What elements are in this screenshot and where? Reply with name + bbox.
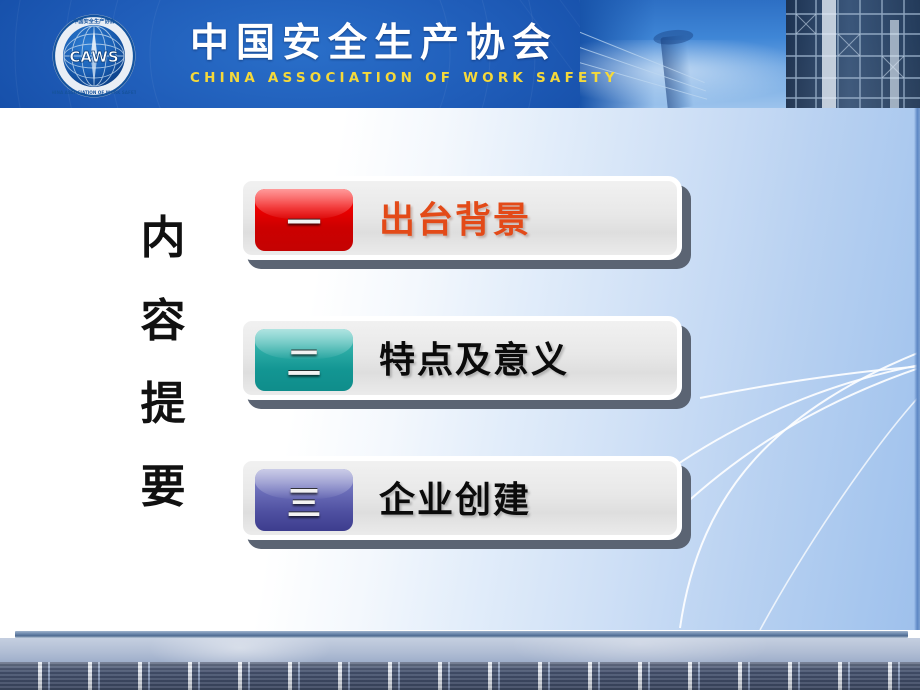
agenda-label-3: 企业创建 <box>379 478 532 521</box>
header-industrial-photo <box>580 0 920 108</box>
agenda-item-3[interactable]: 三 企业创建 <box>238 456 682 540</box>
agenda-badge-3: 三 <box>255 469 353 531</box>
footer-grate-pattern <box>0 662 920 690</box>
caws-logo-icon: CAWS 中国安全生产协会 CHINA ASSOCIATION OF WORK … <box>52 14 136 98</box>
agenda-numeral-3: 三 <box>287 483 321 524</box>
refinery-tower-icon <box>786 0 920 108</box>
association-name-en: CHINA ASSOCIATION OF WORK SAFETY <box>190 70 619 86</box>
side-label-char-3: 提 <box>140 377 186 430</box>
footer-band <box>0 638 920 690</box>
right-edge-accent-strip <box>914 108 920 630</box>
association-name-cn: 中国安全生产协会 <box>190 21 559 66</box>
header-title-block: 中国安全生产协会 CHINA ASSOCIATION OF WORK SAFET… <box>190 21 619 88</box>
agenda-label-1: 出台背景 <box>379 198 532 241</box>
presentation-slide: CAWS 中国安全生产协会 CHINA ASSOCIATION OF WORK … <box>0 0 920 690</box>
agenda-label-2: 特点及意义 <box>379 338 570 381</box>
section-title-vertical: 内 容 提 要 <box>128 196 198 528</box>
header-banner: CAWS 中国安全生产协会 CHINA ASSOCIATION OF WORK … <box>0 0 920 108</box>
agenda-item-2[interactable]: 二 特点及意义 <box>238 316 682 400</box>
agenda-badge-1: 一 <box>255 189 353 251</box>
agenda-numeral-1: 一 <box>287 203 321 244</box>
agenda-item-1[interactable]: 一 出台背景 <box>238 176 682 260</box>
logo-acronym-text: CAWS <box>69 48 118 66</box>
side-label-char-1: 内 <box>140 211 186 264</box>
side-label-char-4: 要 <box>140 460 186 513</box>
svg-text:CHINA ASSOCIATION OF WORK SAFE: CHINA ASSOCIATION OF WORK SAFETY <box>52 90 136 95</box>
side-label-char-2: 容 <box>140 294 186 347</box>
svg-text:中国安全生产协会: 中国安全生产协会 <box>73 17 115 25</box>
footer-divider-rule <box>15 631 908 638</box>
agenda-numeral-2: 二 <box>287 343 321 384</box>
agenda-badge-2: 二 <box>255 329 353 391</box>
